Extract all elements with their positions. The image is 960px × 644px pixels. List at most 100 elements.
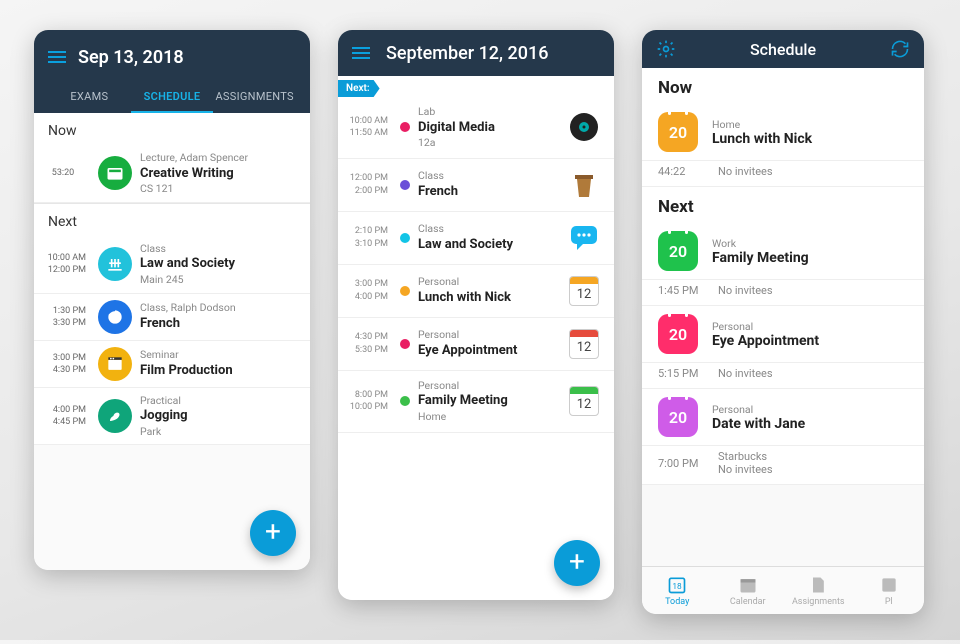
event-row[interactable]: 20 Work Family Meeting <box>642 223 924 280</box>
plus-icon: + <box>569 548 585 576</box>
event-icon <box>98 247 132 281</box>
event-time: 4:30 PM5:30 PM <box>342 331 392 356</box>
event-category: Class <box>418 169 566 183</box>
event-time: 3:00 PM4:00 PM <box>342 278 392 303</box>
tab-assignments[interactable]: ASSIGNMENTS <box>213 80 296 113</box>
event-row[interactable]: 20 Personal Eye Appointment <box>642 306 924 363</box>
tab-calendar[interactable]: Calendar <box>713 567 784 614</box>
event-row[interactable]: 12:00 PM2:00 PM Class French <box>338 159 614 212</box>
event-dot <box>400 286 410 296</box>
event-row[interactable]: 53:20 Lecture, Adam Spencer Creative Wri… <box>34 145 310 203</box>
event-row[interactable]: 8:00 PM10:00 PM Personal Family Meeting … <box>338 371 614 433</box>
event-category: Class <box>418 222 566 236</box>
event-row[interactable]: 4:30 PM5:30 PM Personal Eye Appointment … <box>338 318 614 371</box>
event-title: Lunch with Nick <box>418 289 566 307</box>
tab-exams[interactable]: EXAMS <box>48 80 131 113</box>
planner-icon <box>878 575 900 595</box>
add-button[interactable]: + <box>554 540 600 586</box>
header: Sep 13, 2018 EXAMS SCHEDULE ASSIGNMENTS <box>34 30 310 113</box>
event-row[interactable]: 4:00 PM4:45 PM Practical Jogging Park <box>34 388 310 446</box>
event-time: 5:15 PM <box>658 367 718 380</box>
date-title: Sep 13, 2018 <box>78 47 184 68</box>
event-room: CS 121 <box>140 182 300 196</box>
event-title: Family Meeting <box>418 392 566 410</box>
bottom-tab-bar: 18 Today Calendar Assignments Pl <box>642 566 924 614</box>
event-title: Law and Society <box>418 236 566 254</box>
phone-schedule-timeline: September 12, 2016 Next: 10:00 AM11:50 A… <box>338 30 614 600</box>
event-row[interactable]: 20 Personal Date with Jane <box>642 389 924 446</box>
event-title: Film Production <box>140 362 300 380</box>
event-time: 1:30 PM3:30 PM <box>40 305 90 329</box>
event-time: 1:45 PM <box>658 284 718 297</box>
event-row[interactable]: 3:00 PM4:00 PM Personal Lunch with Nick … <box>338 265 614 318</box>
event-dot <box>400 122 410 132</box>
settings-icon[interactable] <box>656 39 676 59</box>
event-type-icon: 12 <box>566 326 602 362</box>
event-title: Jogging <box>140 407 300 425</box>
event-title: Eye Appointment <box>418 342 566 360</box>
calendar-icon: 20 <box>658 112 698 152</box>
event-subtitle: Class <box>140 242 300 256</box>
event-time: 44:22 <box>658 165 718 178</box>
event-category: Personal <box>418 379 566 393</box>
tab-planner[interactable]: Pl <box>854 567 925 614</box>
event-note: 12a <box>418 136 566 150</box>
event-row[interactable]: 2:10 PM3:10 PM Class Law and Society <box>338 212 614 265</box>
event-invitees: No invitees <box>718 367 773 380</box>
menu-icon[interactable] <box>352 44 370 62</box>
event-type-icon <box>566 109 602 145</box>
event-row[interactable]: 20 Home Lunch with Nick <box>642 104 924 161</box>
calendar-icon: 20 <box>658 231 698 271</box>
event-row[interactable]: 10:00 AM12:00 PM Class Law and Society M… <box>34 236 310 294</box>
event-time: 4:00 PM4:45 PM <box>40 404 90 428</box>
event-category: Personal <box>712 403 805 416</box>
event-dot <box>400 396 410 406</box>
phone-schedule-tabs: Sep 13, 2018 EXAMS SCHEDULE ASSIGNMENTS … <box>34 30 310 570</box>
calendar-chip-icon: 12 <box>569 329 599 359</box>
event-time: 12:00 PM2:00 PM <box>342 172 392 197</box>
event-meta: 1:45 PM No invitees <box>642 280 924 306</box>
event-title: French <box>418 183 566 201</box>
event-meta: 5:15 PM No invitees <box>642 363 924 389</box>
event-title: Creative Writing <box>140 165 300 183</box>
calendar-icon: 20 <box>658 314 698 354</box>
event-icon <box>98 347 132 381</box>
event-row[interactable]: 10:00 AM11:50 AM Lab Digital Media 12a <box>338 97 614 159</box>
event-title: Lunch with Nick <box>712 131 812 147</box>
event-title: Digital Media <box>418 119 566 137</box>
event-row[interactable]: 3:00 PM4:30 PM Seminar Film Production <box>34 341 310 388</box>
tab-assignments[interactable]: Assignments <box>783 567 854 614</box>
sync-icon[interactable] <box>890 39 910 59</box>
section-next: Next <box>642 187 924 223</box>
event-dot <box>400 233 410 243</box>
event-category: Work <box>712 237 809 250</box>
tab-bar: EXAMS SCHEDULE ASSIGNMENTS <box>48 80 296 113</box>
event-category: Personal <box>418 275 566 289</box>
calendar-chip-icon: 12 <box>569 276 599 306</box>
event-title: Eye Appointment <box>712 333 819 349</box>
event-time: 7:00 PM <box>658 457 718 470</box>
event-category: Lab <box>418 105 566 119</box>
assignments-icon <box>807 575 829 595</box>
calendar-icon <box>737 575 759 595</box>
phone-schedule-ios: Schedule Now 20 Home Lunch with Nick 44:… <box>642 30 924 614</box>
event-title: Family Meeting <box>712 250 809 266</box>
event-row[interactable]: 1:30 PM3:30 PM Class, Ralph Dodson Frenc… <box>34 294 310 341</box>
event-icon <box>98 156 132 190</box>
menu-icon[interactable] <box>48 48 66 66</box>
add-button[interactable]: + <box>250 510 296 556</box>
section-now: Now <box>34 113 310 145</box>
calendar-chip-icon: 12 <box>569 386 599 416</box>
event-note: Home <box>418 410 566 424</box>
event-invitees: StarbucksNo invitees <box>718 450 773 476</box>
tab-schedule[interactable]: SCHEDULE <box>131 80 214 113</box>
event-time: 10:00 AM11:50 AM <box>342 115 392 140</box>
header: Schedule <box>642 30 924 68</box>
event-category: Home <box>712 118 812 131</box>
event-meta: 7:00 PM StarbucksNo invitees <box>642 446 924 485</box>
tab-today[interactable]: 18 Today <box>642 567 713 614</box>
header: September 12, 2016 <box>338 30 614 76</box>
event-time: 3:00 PM4:30 PM <box>40 352 90 376</box>
section-now: Now <box>642 68 924 104</box>
event-dot <box>400 180 410 190</box>
